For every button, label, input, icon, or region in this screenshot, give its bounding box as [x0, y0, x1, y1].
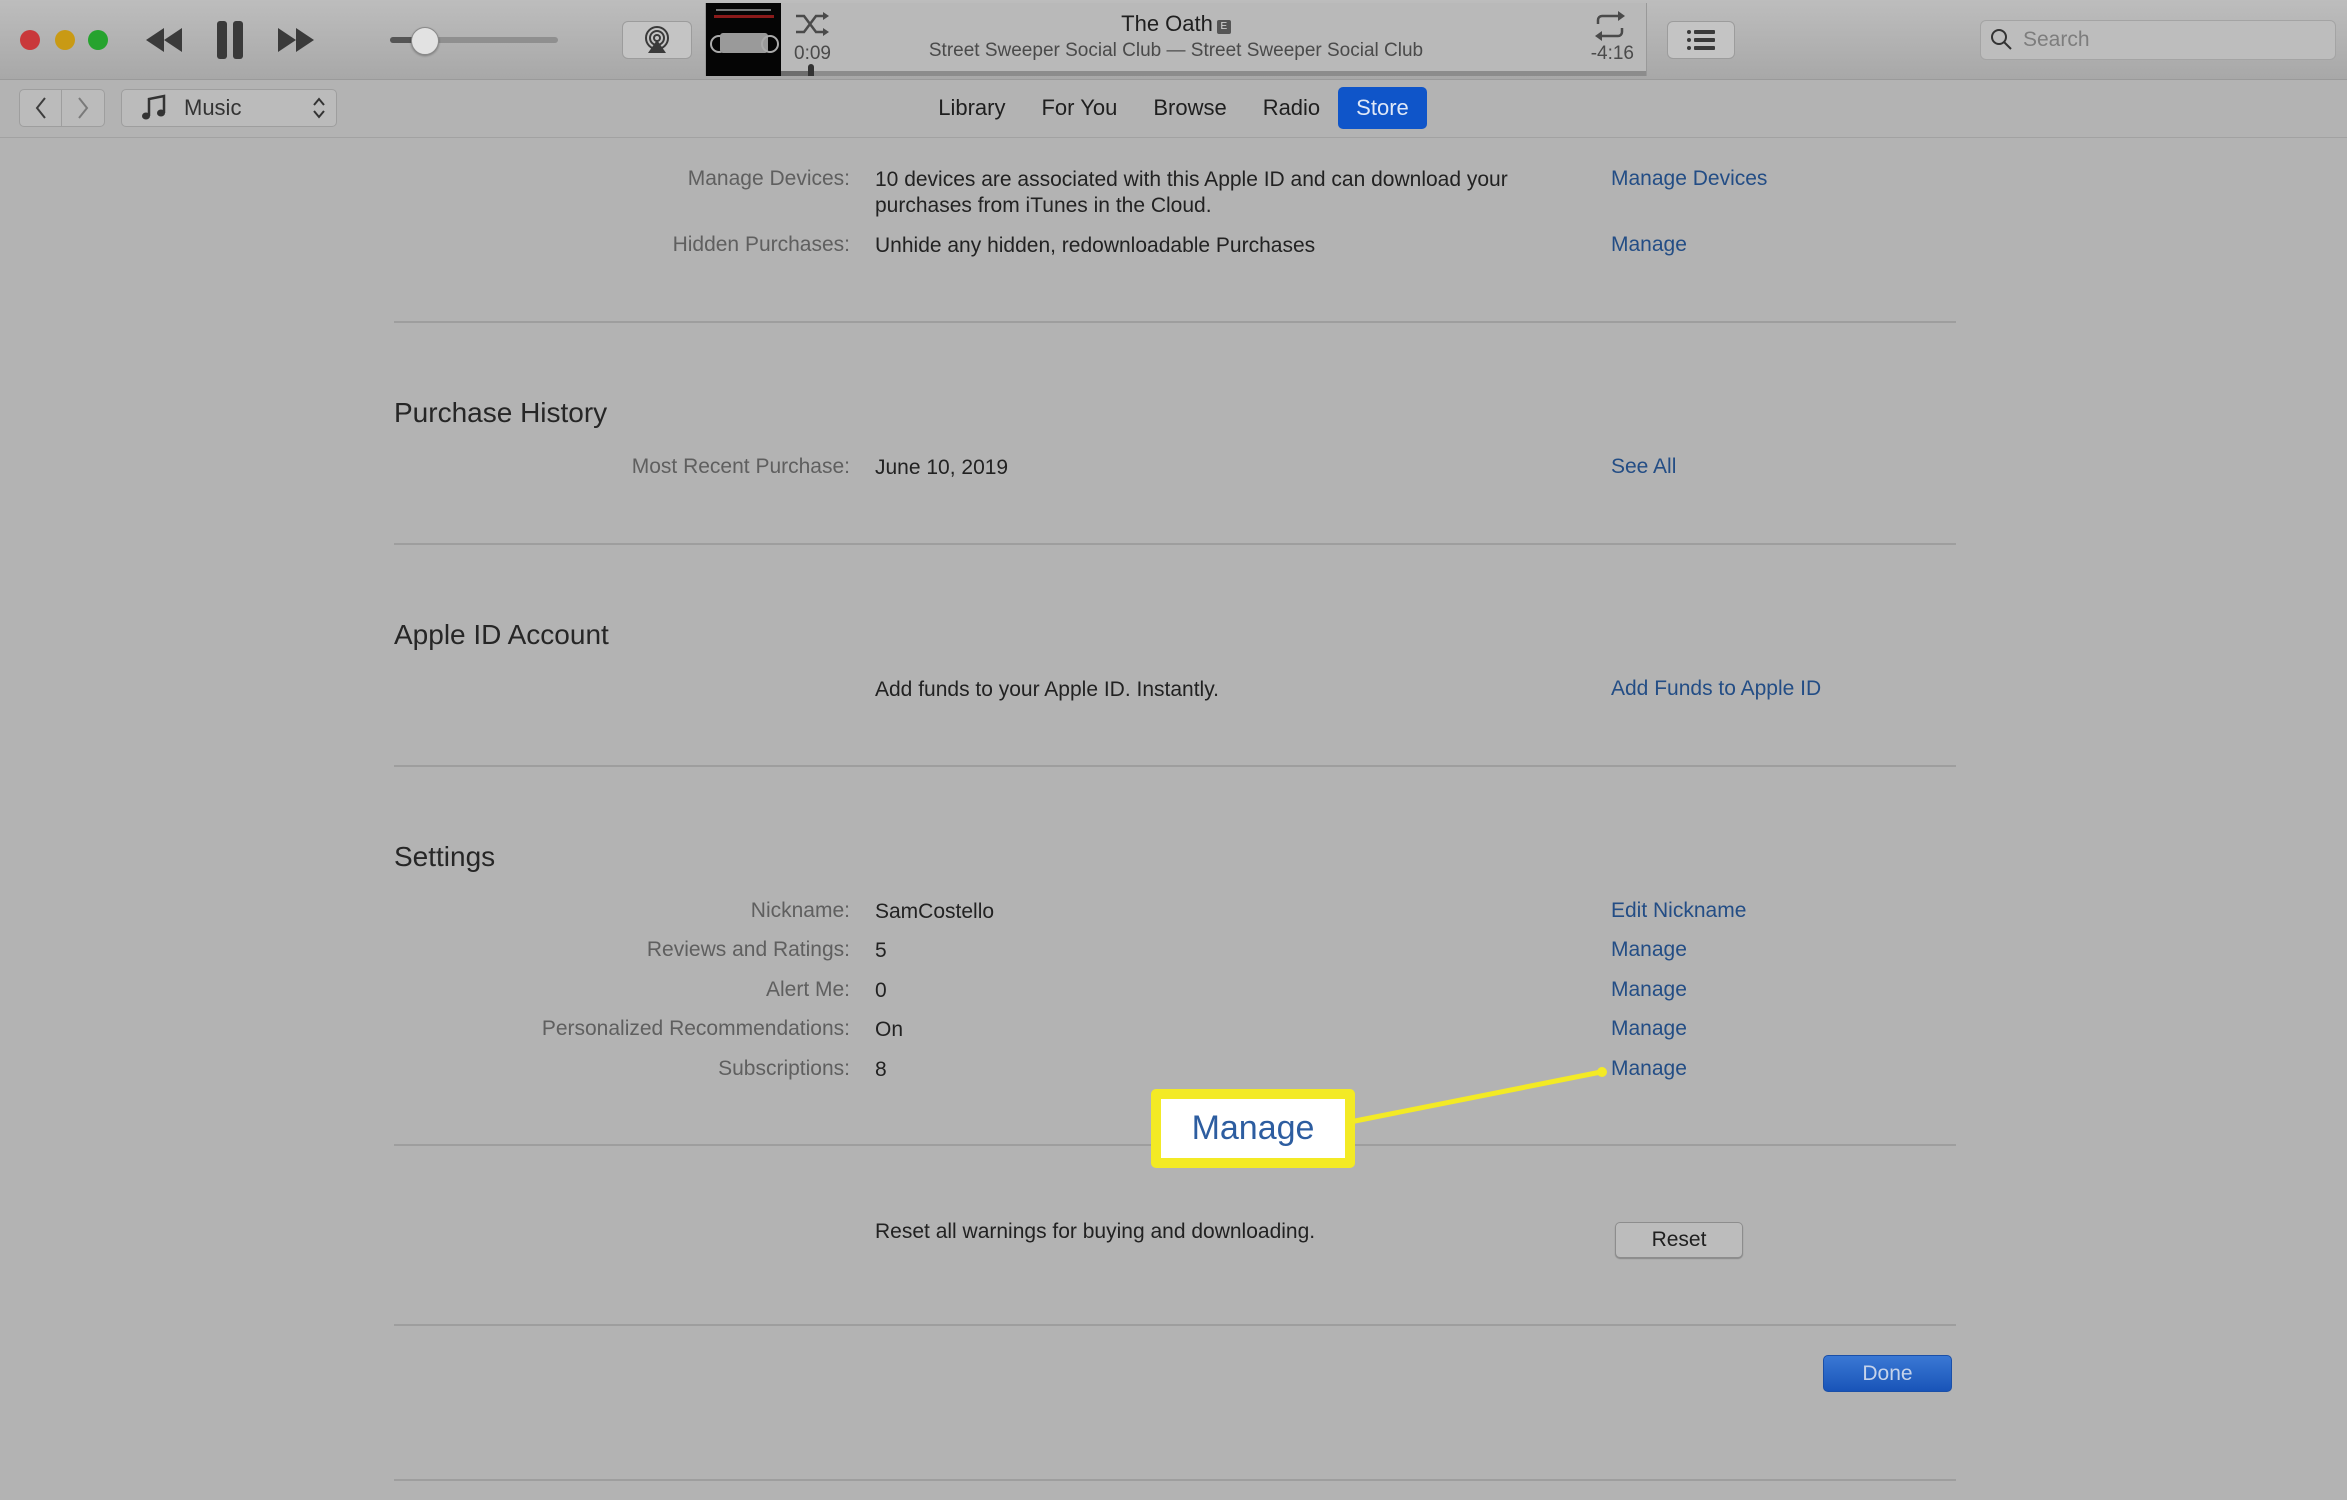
volume-knob[interactable] [410, 27, 439, 55]
tab-for-you[interactable]: For You [1023, 87, 1135, 129]
section-divider [394, 543, 1956, 545]
pause-button[interactable] [212, 18, 248, 62]
song-artist-album: Street Sweeper Social Club — Street Swee… [928, 40, 1424, 61]
rewind-button[interactable] [142, 18, 186, 62]
manage-devices-label: Manage Devices: [687, 167, 850, 190]
remaining-time: -4:16 [1590, 43, 1634, 64]
search-field[interactable] [1980, 20, 2336, 60]
hidden-purchases-manage-link[interactable]: Manage [1611, 233, 1687, 257]
tab-library[interactable]: Library [920, 87, 1023, 129]
see-all-link[interactable]: See All [1611, 455, 1676, 479]
section-divider [394, 321, 1956, 323]
pause-icon [217, 21, 243, 59]
tab-browse[interactable]: Browse [1135, 87, 1244, 129]
subscriptions-manage-link[interactable]: Manage [1611, 1057, 1687, 1081]
section-divider [394, 1479, 1956, 1481]
playback-progress-fill [781, 71, 812, 76]
hidden-purchases-label: Hidden Purchases: [672, 233, 850, 256]
callout-label: Manage [1161, 1099, 1345, 1158]
airplay-button[interactable] [622, 21, 692, 59]
song-title: The Oath E [706, 11, 1646, 37]
fast-forward-button[interactable] [274, 18, 318, 62]
reset-warnings-description: Reset all warnings for buying and downlo… [875, 1220, 1316, 1243]
main-tabs: Library For You Browse Radio Store [0, 87, 2347, 129]
account-info-page: Manage Devices: 10 devices are associate… [0, 138, 2347, 1500]
most-recent-purchase-label: Most Recent Purchase: [631, 455, 850, 478]
list-icon [1687, 30, 1715, 50]
playback-progress-bar[interactable] [781, 64, 1646, 76]
purchase-history-title: Purchase History [394, 397, 608, 428]
search-icon [1991, 29, 2012, 50]
minimize-window-button[interactable] [55, 30, 75, 50]
nickname-label: Nickname: [750, 899, 850, 922]
reviews-ratings-label: Reviews and Ratings: [646, 938, 850, 961]
player-toolbar: 0:09 The Oath E Street Sweeper Social Clu… [0, 0, 2347, 80]
tab-radio[interactable]: Radio [1245, 87, 1338, 129]
annotation-callout: Manage [1151, 1089, 1355, 1168]
zoom-window-button[interactable] [88, 30, 108, 50]
manage-devices-link[interactable]: Manage Devices [1611, 167, 1767, 191]
rewind-icon [146, 28, 182, 52]
playback-scrubber[interactable] [808, 64, 815, 76]
section-divider [394, 1324, 1956, 1326]
manage-devices-value: 10 devices are associated with this Appl… [875, 168, 1508, 217]
fast-forward-icon [278, 28, 314, 52]
airplay-icon [645, 26, 669, 53]
edit-nickname-link[interactable]: Edit Nickname [1611, 899, 1746, 923]
search-input[interactable] [2021, 27, 2325, 53]
alert-me-manage-link[interactable]: Manage [1611, 978, 1687, 1002]
subscriptions-label: Subscriptions: [718, 1057, 850, 1080]
tab-store[interactable]: Store [1338, 87, 1427, 129]
navigation-bar: Music Library For You Browse Radio Store [0, 80, 2347, 138]
personalized-recommendations-manage-link[interactable]: Manage [1611, 1017, 1687, 1041]
subscriptions-value: 8 [875, 1058, 887, 1081]
alert-me-value: 0 [875, 979, 887, 1002]
now-playing-display: 0:09 The Oath E Street Sweeper Social Clu… [705, 3, 1647, 76]
repeat-icon [1595, 11, 1625, 41]
section-divider [394, 765, 1956, 767]
apple-id-account-title: Apple ID Account [394, 619, 609, 650]
alert-me-label: Alert Me: [765, 978, 850, 1001]
close-window-button[interactable] [20, 30, 40, 50]
up-next-button[interactable] [1667, 21, 1735, 59]
add-funds-link[interactable]: Add Funds to Apple ID [1611, 677, 1821, 701]
done-button[interactable]: Done [1823, 1355, 1952, 1392]
most-recent-purchase-value: June 10, 2019 [875, 456, 1009, 479]
hidden-purchases-value: Unhide any hidden, redownloadable Purcha… [875, 234, 1316, 257]
reset-button[interactable]: Reset [1615, 1222, 1743, 1258]
explicit-badge: E [1216, 20, 1231, 34]
reviews-ratings-value: 5 [875, 939, 887, 962]
song-title-text: The Oath [1121, 11, 1213, 36]
add-funds-description: Add funds to your Apple ID. Instantly. [875, 678, 1219, 701]
reviews-ratings-manage-link[interactable]: Manage [1611, 938, 1687, 962]
repeat-button[interactable] [1594, 11, 1626, 46]
settings-title: Settings [394, 841, 496, 872]
nickname-value: SamCostello [875, 900, 995, 923]
personalized-recommendations-label: Personalized Recommendations: [541, 1017, 850, 1040]
personalized-recommendations-value: On [875, 1018, 904, 1041]
